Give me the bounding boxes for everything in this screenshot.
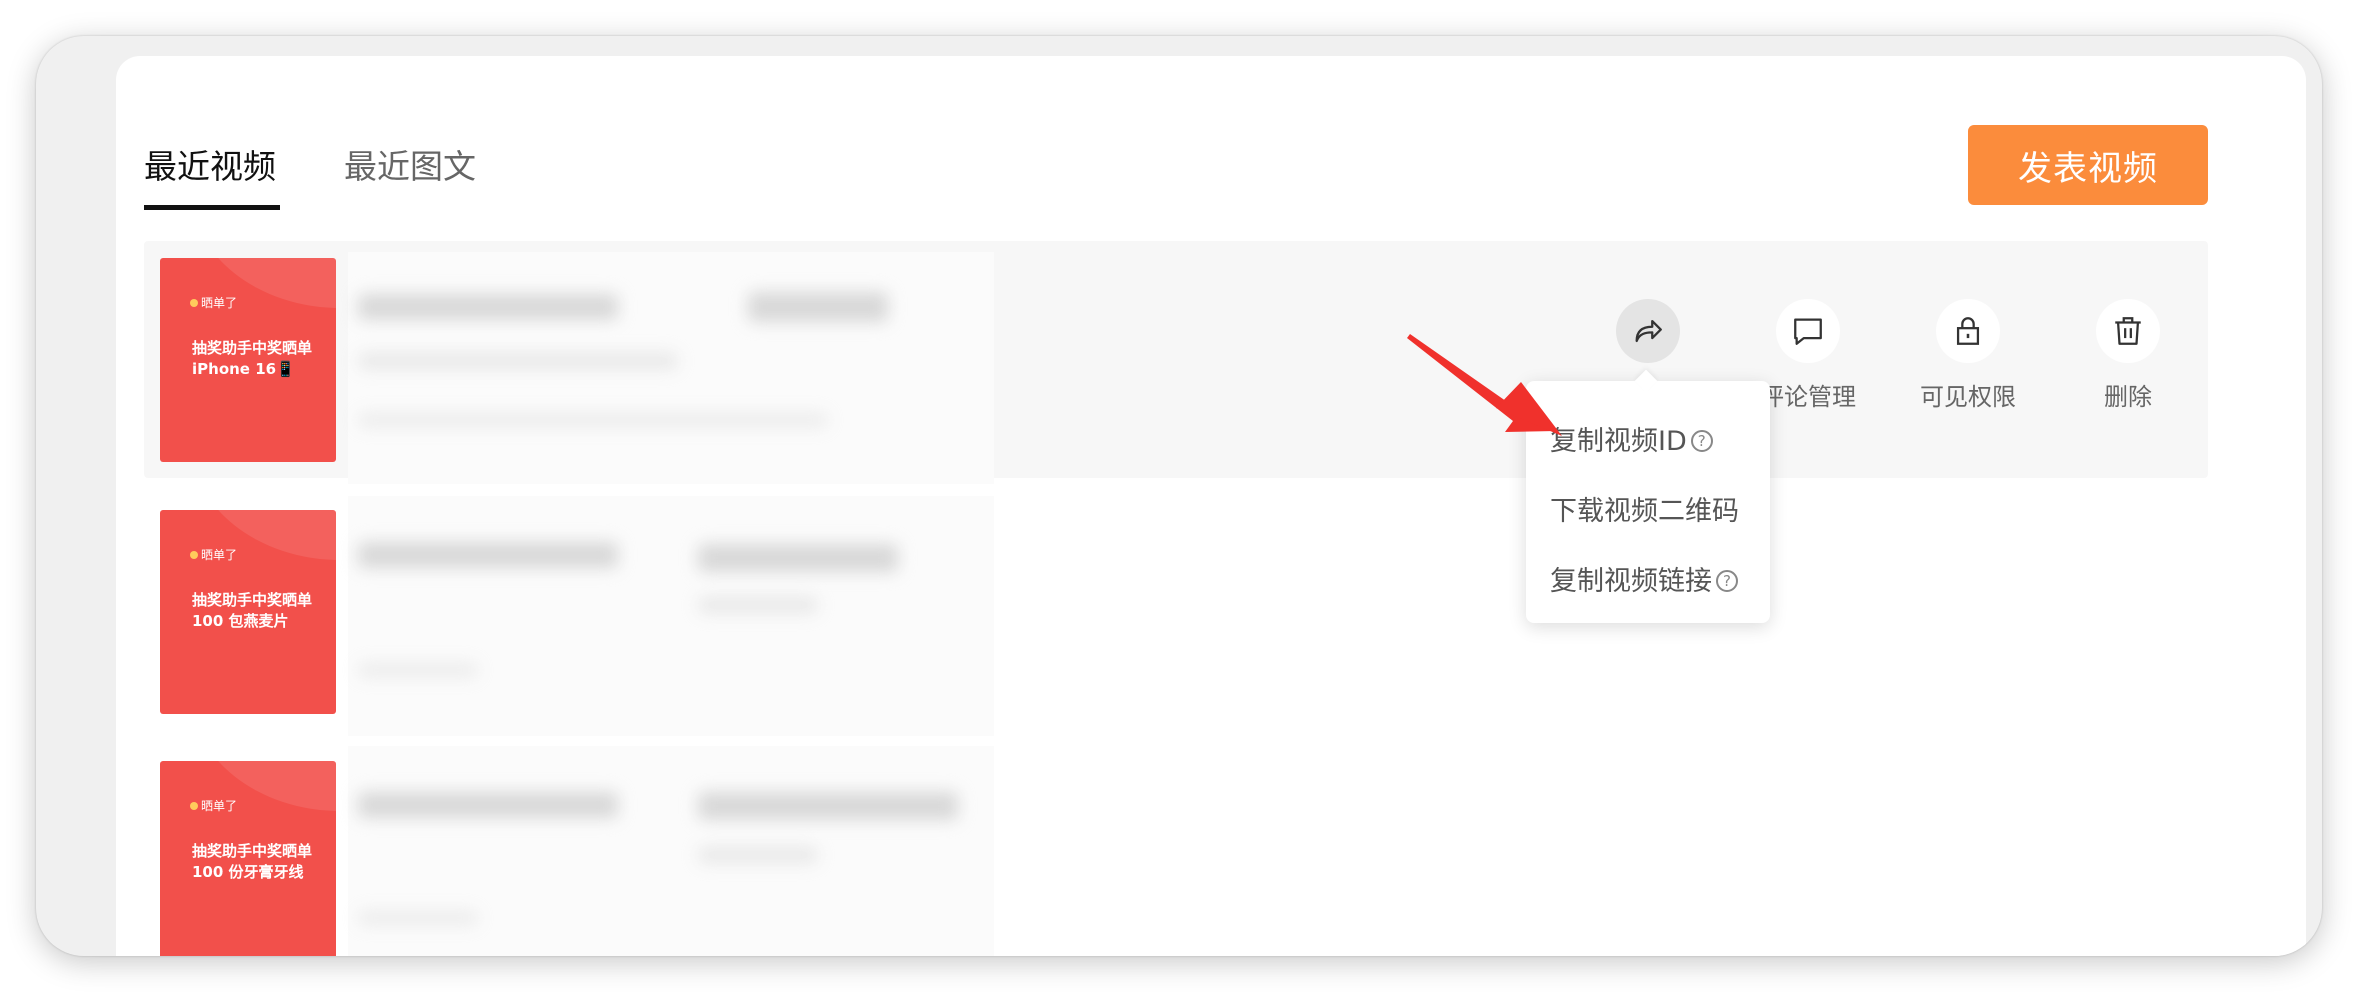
menu-copy-video-id-label: 复制视频ID [1550,426,1687,457]
content-panel: 最近视频 最近图文 发表视频 晒单了 抽奖助手中奖晒单 iPhone 16📱 晒… [116,56,2306,956]
blurred-video-info [348,496,994,736]
tag-icon [190,298,198,307]
thumbnail-tag-text: 晒单了 [201,296,238,310]
share-icon [1635,319,1662,343]
delete-button[interactable] [2096,299,2160,363]
tab-recent-posts[interactable]: 最近图文 [344,140,476,188]
visibility-button[interactable] [1936,299,2000,363]
trash-icon [2115,317,2141,345]
blurred-video-info [348,746,994,956]
help-icon[interactable]: ? [1716,569,1738,592]
comments-button[interactable] [1776,299,1840,363]
tab-recent-videos[interactable]: 最近视频 [144,140,276,188]
app-window: 最近视频 最近图文 发表视频 晒单了 抽奖助手中奖晒单 iPhone 16📱 晒… [36,36,2322,956]
video-thumbnail[interactable]: 晒单了 抽奖助手中奖晒单 iPhone 16📱 [160,258,336,462]
help-icon[interactable]: ? [1690,429,1713,452]
visibility-label: 可见权限 [1920,383,2016,411]
share-action[interactable] [1588,299,1708,363]
tag-icon [190,550,198,559]
menu-copy-video-link-label: 复制视频链接 [1550,566,1712,597]
publish-video-button[interactable]: 发表视频 [1968,125,2208,205]
thumbnail-tag: 晒单了 [190,797,237,814]
thumbnail-tag-text: 晒单了 [201,548,238,562]
lock-icon [1956,317,1980,345]
share-dropdown: 复制视频ID ? 下载视频二维码 复制视频链接 ? [1526,369,1770,623]
tag-icon [190,801,198,810]
thumbnail-tag-text: 晒单了 [201,799,238,813]
menu-download-qr-label: 下载视频二维码 [1550,496,1739,527]
menu-copy-video-id[interactable]: 复制视频ID ? [1550,419,1713,458]
delete-action[interactable]: 删除 [2068,299,2188,412]
blurred-video-info [348,252,994,484]
tab-active-underline [144,205,280,210]
thumbnail-tag: 晒单了 [190,294,237,311]
menu-copy-video-link[interactable]: 复制视频链接 ? [1550,559,1738,598]
comment-icon [1794,318,1822,345]
video-thumbnail[interactable]: 晒单了 抽奖助手中奖晒单 100 包燕麦片 [160,510,336,714]
thumbnail-title: 抽奖助手中奖晒单 100 包燕麦片 [192,591,313,630]
menu-download-qr[interactable]: 下载视频二维码 [1550,489,1739,528]
thumbnail-title: 抽奖助手中奖晒单 iPhone 16📱 [192,339,313,378]
delete-label: 删除 [2104,383,2152,411]
visibility-action[interactable]: 可见权限 [1908,299,2028,412]
video-thumbnail[interactable]: 晒单了 抽奖助手中奖晒单 100 份牙膏牙线 [160,761,336,956]
thumbnail-tag: 晒单了 [190,546,237,563]
share-button[interactable] [1616,299,1680,363]
thumbnail-title: 抽奖助手中奖晒单 100 份牙膏牙线 [192,842,313,881]
